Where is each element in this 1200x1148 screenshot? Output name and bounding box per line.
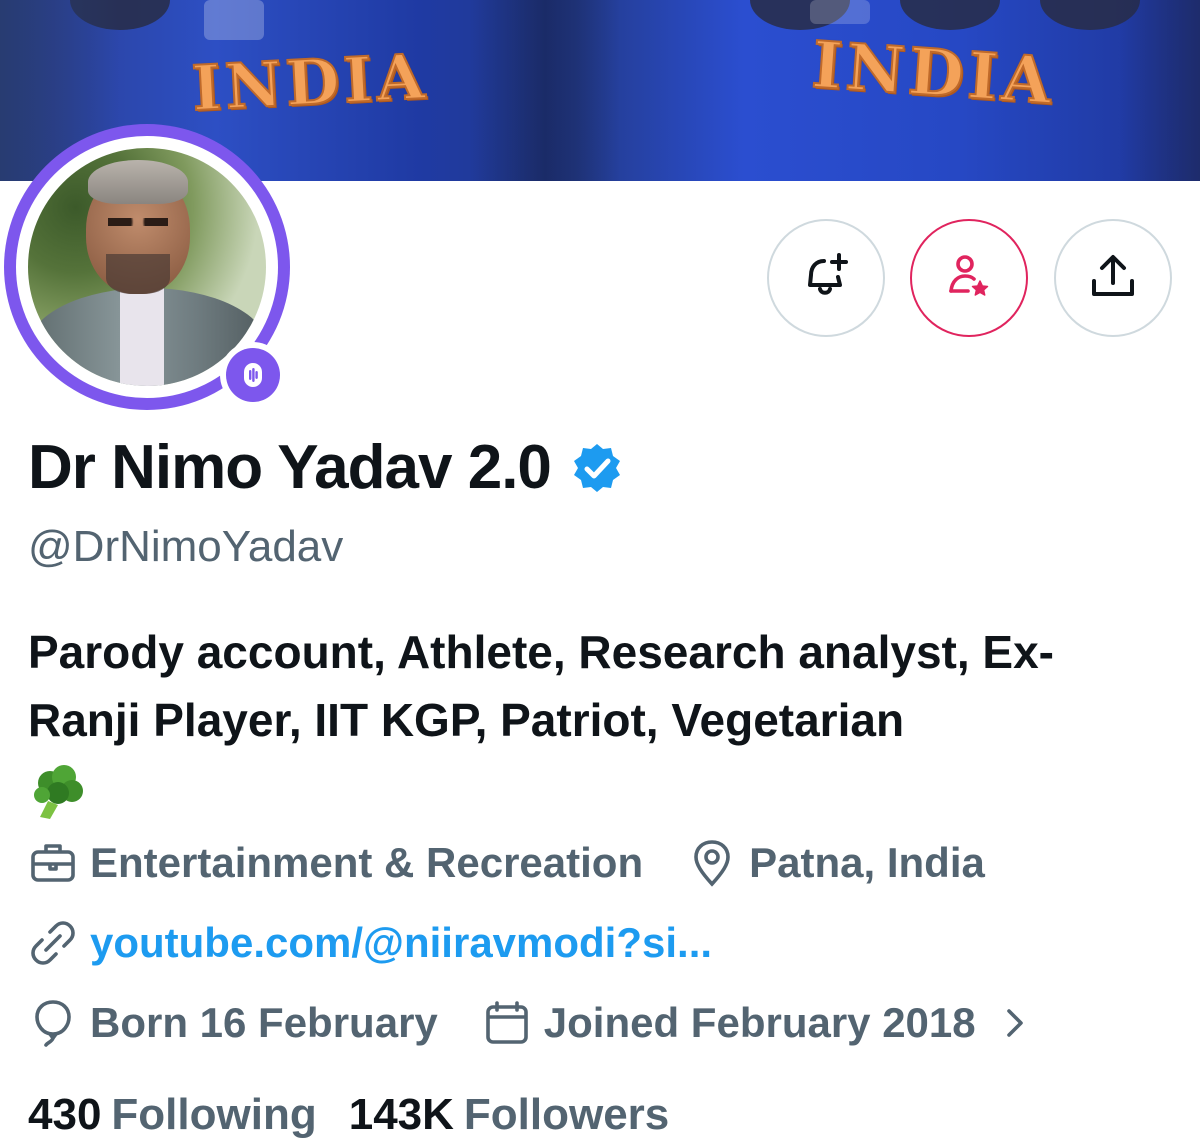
balloon-icon (28, 998, 78, 1048)
share-button[interactable] (1054, 219, 1172, 337)
professional-category: Entertainment & Recreation (28, 838, 643, 888)
followers-count: 143K (348, 1090, 454, 1139)
user-handle: @DrNimoYadav (28, 522, 344, 571)
website-link[interactable]: youtube.com/@niiravmodi?si... (90, 919, 712, 967)
followers-link[interactable]: 143K Followers (349, 1090, 670, 1140)
joined-date[interactable]: Joined February 2018 (482, 998, 1040, 1048)
category-label: Entertainment & Recreation (90, 839, 644, 886)
website[interactable]: youtube.com/@niiravmodi?si... (28, 918, 712, 968)
person-star-icon (944, 251, 994, 306)
profile-website-row: youtube.com/@niiravmodi?si... (28, 918, 712, 968)
banner-shape (900, 0, 1000, 30)
jersey-text-right: INDIA (809, 27, 1059, 121)
followers-label: Followers (463, 1090, 670, 1139)
display-name: Dr Nimo Yadav 2.0 (28, 433, 552, 502)
location-pin-icon (687, 838, 737, 888)
profile-bio: Parody account, Athlete, Research analys… (28, 618, 1148, 823)
following-count: 430 (28, 1090, 102, 1139)
broccoli-emoji (28, 761, 90, 823)
following-link[interactable]: 430 Following (28, 1090, 317, 1140)
display-name-row: Dr Nimo Yadav 2.0 (28, 432, 623, 503)
birthday: Born 16 February (28, 998, 438, 1048)
link-icon (28, 918, 78, 968)
bell-plus-icon (801, 251, 851, 306)
bio-text: Parody account, Athlete, Research analys… (28, 626, 1054, 746)
follow-stats: 430 Following 143K Followers (28, 1090, 701, 1140)
jersey-emblem (810, 0, 870, 24)
joined-label: Joined February 2018 (543, 999, 976, 1046)
share-upload-icon (1088, 251, 1138, 306)
follow-button[interactable] (910, 219, 1028, 337)
location: Patna, India (687, 838, 985, 888)
birthday-label: Born 16 February (90, 999, 438, 1046)
notifications-button[interactable] (767, 219, 885, 337)
chevron-right-icon (990, 998, 1040, 1048)
spaces-badge[interactable] (220, 342, 286, 408)
jersey-text-left: INDIA (189, 39, 431, 126)
jersey-emblem (204, 0, 264, 40)
briefcase-icon (28, 838, 78, 888)
location-label: Patna, India (749, 839, 985, 886)
spaces-mic-icon (226, 348, 280, 402)
following-label: Following (111, 1090, 317, 1139)
verified-badge-icon[interactable] (571, 442, 623, 494)
profile-dates-row: Born 16 February Joined February 2018 (28, 998, 1040, 1048)
calendar-icon (482, 998, 532, 1048)
profile-meta-row: Entertainment & Recreation Patna, India (28, 838, 985, 888)
